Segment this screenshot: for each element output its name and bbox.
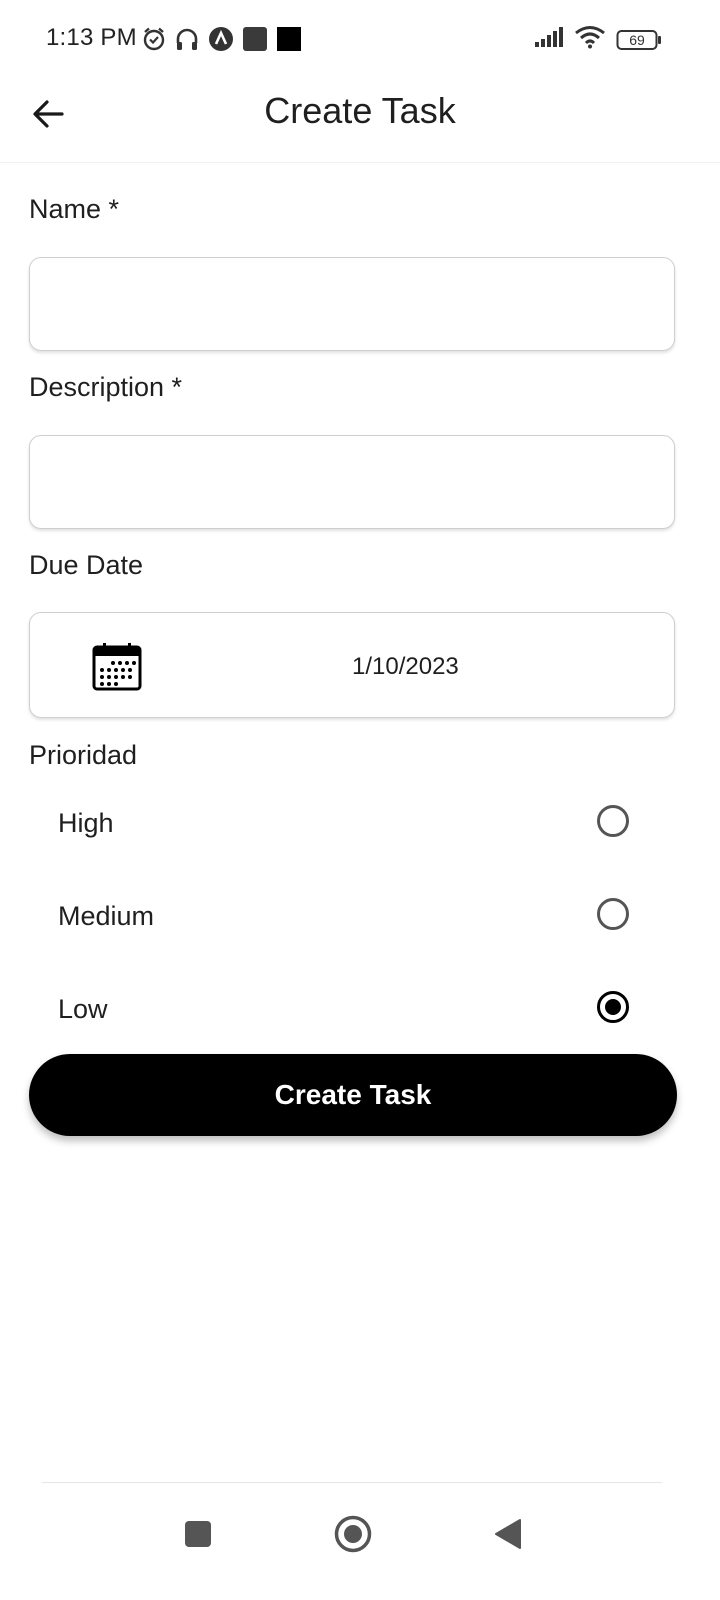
radio-button-medium[interactable]	[597, 898, 629, 930]
create-task-screen: 1:13 PM 69 Create Task Name * Descriptio…	[0, 0, 720, 1600]
alarm-icon	[142, 26, 166, 57]
back-triangle-icon	[495, 1519, 521, 1549]
square-notification-icon	[242, 26, 268, 57]
nav-divider	[42, 1482, 662, 1483]
home-icon	[334, 1515, 372, 1553]
description-label: Description *	[29, 372, 183, 402]
status-time: 1:13 PM	[46, 24, 137, 51]
status-icons-right: 69	[534, 25, 662, 54]
back-nav-button[interactable]	[480, 1506, 536, 1562]
status-icons-left	[142, 26, 302, 57]
home-button[interactable]	[325, 1506, 381, 1562]
priority-option-label: Low	[58, 994, 108, 1024]
app-notification-icon	[208, 26, 234, 57]
priority-option-low[interactable]: Low	[29, 975, 675, 1045]
due-date-picker[interactable]: 1/10/2023	[29, 612, 675, 718]
name-input[interactable]	[29, 257, 675, 351]
app-header: Create Task	[0, 78, 720, 163]
headphones-icon	[174, 26, 200, 57]
system-nav-bar	[0, 1484, 720, 1600]
description-input[interactable]	[29, 435, 675, 529]
create-task-button[interactable]: Create Task	[29, 1054, 677, 1136]
radio-button-high[interactable]	[597, 805, 629, 837]
name-label: Name *	[29, 194, 120, 224]
recent-apps-button[interactable]	[170, 1506, 226, 1562]
black-square-notification-icon	[276, 26, 302, 57]
battery-level: 69	[629, 31, 645, 48]
priority-label: Prioridad	[29, 740, 138, 770]
battery-icon: 69	[616, 29, 662, 51]
status-bar: 1:13 PM 69	[0, 0, 720, 78]
wifi-icon	[574, 25, 606, 54]
radio-button-low[interactable]	[597, 991, 629, 1023]
priority-option-label: Medium	[58, 901, 155, 931]
page-title: Create Task	[264, 90, 456, 131]
calendar-icon	[92, 643, 142, 691]
priority-option-medium[interactable]: Medium	[29, 882, 675, 952]
due-date-value: 1/10/2023	[352, 653, 459, 680]
due-date-label: Due Date	[29, 550, 144, 580]
priority-option-label: High	[58, 808, 114, 838]
recent-apps-icon	[185, 1521, 211, 1547]
signal-icon	[534, 26, 564, 53]
priority-option-high[interactable]: High	[29, 789, 675, 859]
